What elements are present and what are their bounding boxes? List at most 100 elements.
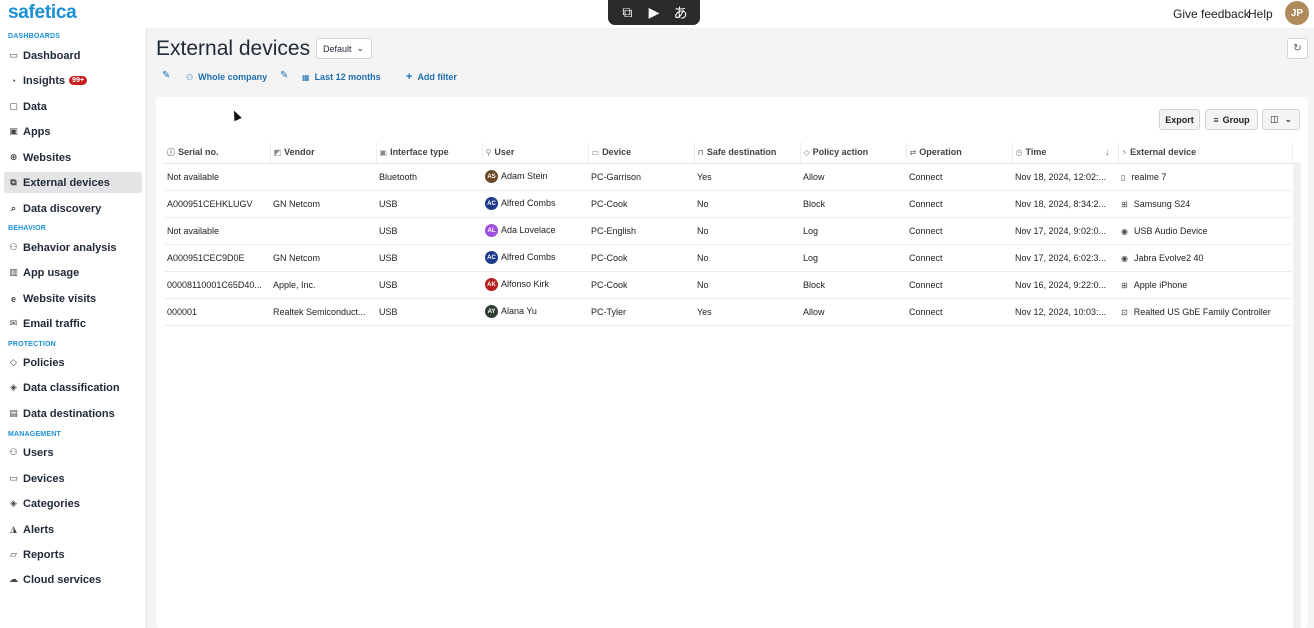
sidebar-item-categories[interactable]: ◈ Categories: [4, 493, 142, 514]
cell-serial: A000951CEHKLUGV: [164, 190, 270, 218]
cell-device: PC-Cook: [588, 271, 694, 299]
sidebar-item-app-usage[interactable]: ▥ App usage: [4, 262, 142, 283]
insights-badge: 99+: [69, 76, 88, 85]
user-avatar: AC: [485, 197, 498, 210]
refresh-button[interactable]: ↻: [1287, 38, 1308, 59]
column-safe-destination[interactable]: ⊓ Safe destination: [694, 142, 801, 164]
cell-policy: Block: [800, 190, 906, 218]
sidebar-item-devices[interactable]: ▭ Devices: [4, 468, 142, 489]
cell-interface: USB: [376, 298, 482, 326]
people-icon: ⚇: [186, 72, 194, 82]
sidebar-item-policies[interactable]: ◇ Policies: [4, 352, 142, 373]
pin-icon[interactable]: ✎: [280, 70, 288, 81]
sort-down-icon[interactable]: ↓: [1105, 147, 1110, 157]
help-link[interactable]: Help: [1248, 7, 1273, 21]
cell-user: AC Alfred Combs: [482, 244, 588, 272]
sidebar-item-websites[interactable]: ⊕ Websites: [4, 147, 142, 168]
laptop-icon: ▭: [591, 148, 600, 158]
screen-record-icon[interactable]: ▶: [644, 4, 664, 22]
cell-time: Nov 17, 2024, 6:02:3...: [1012, 244, 1118, 272]
export-button[interactable]: Export: [1159, 109, 1200, 130]
info-icon: ⓘ: [167, 147, 175, 157]
table-row[interactable]: A000951CEHKLUGV GN Netcom USB AC Alfred Comb…: [164, 190, 1292, 218]
chart-icon: ▥: [9, 267, 18, 277]
sidebar-item-insights[interactable]: ◔ Insights 99+: [4, 70, 142, 91]
users-icon: ⚇: [9, 447, 18, 457]
vertical-scrollbar[interactable]: [1293, 162, 1301, 628]
column-interface[interactable]: ▣ Interface type: [376, 142, 483, 164]
cell-operation: Connect: [906, 244, 1012, 272]
cell-operation: Connect: [906, 217, 1012, 245]
table-row[interactable]: Not available USB AL Ada Lovelace PC-English…: [164, 217, 1292, 245]
sidebar-item-behavior-analysis[interactable]: ⚇ Behavior analysis: [4, 237, 142, 258]
sidebar-item-users[interactable]: ⚇ Users: [4, 442, 142, 463]
give-feedback-link[interactable]: Give feedback: [1173, 7, 1250, 21]
table-row[interactable]: Not available Bluetooth AS Adam Stein PC-Gar…: [164, 163, 1292, 191]
tag-icon: ◈: [10, 498, 17, 508]
shield-icon: ◇: [10, 357, 17, 367]
user-avatar: AC: [485, 251, 498, 264]
cell-safe: No: [694, 271, 800, 299]
sidebar-item-cloud-services[interactable]: ☁ Cloud services: [4, 569, 142, 590]
cell-interface: USB: [376, 271, 482, 299]
sidebar-item-data-destinations[interactable]: ▤ Data destinations: [4, 403, 142, 424]
table-row[interactable]: 000001 Realtek Semiconduct... USB AY Alana Y…: [164, 298, 1292, 326]
scope-filter[interactable]: ⚇ Whole company: [186, 68, 267, 86]
user-avatar: AY: [485, 305, 498, 318]
pin-icon[interactable]: ✎: [162, 70, 170, 81]
sidebar-item-alerts[interactable]: ◮ Alerts: [4, 519, 142, 540]
lock-icon: ⊓: [697, 148, 704, 158]
group-button[interactable]: ≡ Group: [1205, 109, 1258, 130]
cell-user: AL Ada Lovelace: [482, 217, 588, 245]
sidebar-item-dashboard[interactable]: ▭ Dashboard: [4, 45, 142, 66]
grid-icon: ⊞: [1121, 280, 1128, 290]
table-row[interactable]: 00008110001C65D40... Apple, Inc. USB AK Alfo…: [164, 271, 1292, 299]
edge-icon: e: [10, 293, 16, 304]
sidebar-item-data[interactable]: ▢ Data: [4, 96, 142, 117]
destination-icon: ▤: [9, 408, 18, 418]
cell-time: Nov 18, 2024, 8:34:2...: [1012, 190, 1118, 218]
sidebar-item-website-visits[interactable]: e Website visits: [4, 288, 142, 309]
column-operation[interactable]: ⇄ Operation: [906, 142, 1013, 164]
column-external-device[interactable]: ⚡ External device: [1118, 142, 1293, 164]
sidebar-item-external-devices[interactable]: ⧉ External devices: [4, 172, 142, 193]
sidebar-item-data-discovery[interactable]: ⌕ Data discovery: [4, 198, 142, 219]
chevron-down-icon: ⌄: [356, 43, 365, 53]
cell-device: PC-Tyler: [588, 298, 694, 326]
cell-serial: 00008110001C65D40...: [164, 271, 270, 299]
cell-operation: Connect: [906, 190, 1012, 218]
add-filter-button[interactable]: + Add filter: [406, 68, 457, 86]
column-user[interactable]: ⚲ User: [482, 142, 589, 164]
cell-operation: Connect: [906, 163, 1012, 191]
sidebar-item-reports[interactable]: ▱ Reports: [4, 544, 142, 565]
sidebar-item-apps[interactable]: ▣ Apps: [4, 121, 142, 142]
cell-external-device: ◉ USB Audio Device: [1118, 217, 1292, 245]
column-time[interactable]: ◷ Time ↓: [1012, 142, 1119, 164]
cell-external-device: ⊞ Samsung S24: [1118, 190, 1292, 218]
alert-icon: ◮: [10, 524, 17, 534]
cell-policy: Allow: [800, 163, 906, 191]
translate-icon[interactable]: あ: [671, 4, 691, 22]
cell-time: Nov 18, 2024, 12:02:...: [1012, 163, 1118, 191]
column-vendor[interactable]: ◩ Vendor: [270, 142, 377, 164]
cell-serial: Not available: [164, 163, 270, 191]
laptop-icon: ▭: [9, 473, 18, 483]
user-avatar[interactable]: JP: [1285, 1, 1309, 25]
table-row[interactable]: A000951CEC9D0E GN Netcom USB AC Alfred Combs…: [164, 244, 1292, 272]
sidebar-item-data-classification[interactable]: ◈ Data classification: [4, 377, 142, 398]
cell-vendor: Realtek Semiconduct...: [270, 298, 376, 326]
period-filter[interactable]: ▦ Last 12 months: [302, 68, 381, 86]
dashboard-icon: ▭: [9, 50, 18, 60]
safetica-logo[interactable]: safetica: [8, 2, 77, 24]
section-protection: PROTECTION: [8, 341, 56, 348]
tag-icon: ◈: [10, 382, 17, 392]
column-device[interactable]: ▭ Device: [588, 142, 695, 164]
column-policy-action[interactable]: ◇ Policy action: [800, 142, 907, 164]
sidebar-item-email-traffic[interactable]: ✉ Email traffic: [4, 313, 142, 334]
view-select[interactable]: Default ⌄: [316, 38, 372, 59]
clock-icon: ◷: [1015, 148, 1023, 158]
screen-overlay-toolbar: ⧉ ▶ あ: [608, 0, 700, 25]
column-serial[interactable]: ⓘ Serial no.: [164, 142, 271, 164]
columns-button[interactable]: ◫ ⌄: [1262, 109, 1300, 130]
window-switch-icon[interactable]: ⧉: [617, 4, 637, 22]
